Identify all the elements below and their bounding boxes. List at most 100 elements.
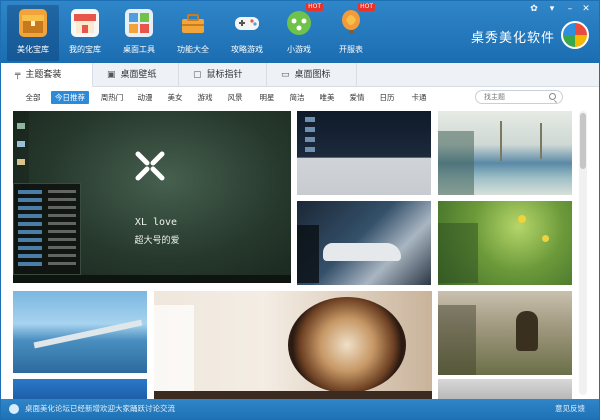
image-icon: ▣ <box>107 70 116 80</box>
desktop-shortcut-icon <box>17 141 25 147</box>
category-calendar[interactable]: 日历 <box>375 91 399 104</box>
nav-item-desktop-tools[interactable]: 桌面工具 <box>113 5 165 61</box>
theme-thumbnail-car[interactable] <box>297 201 431 285</box>
category-all[interactable]: 全部 <box>21 91 45 104</box>
featured-title: XL love <box>134 217 178 228</box>
skin-icon[interactable]: ✿ <box>527 3 541 15</box>
start-menu-preview <box>438 131 474 195</box>
mini-game-icon <box>285 9 313 37</box>
theme-thumbnail-yellow-flowers[interactable] <box>438 201 572 285</box>
category-love[interactable]: 爱情 <box>345 91 369 104</box>
nav-label: 开服表 <box>339 45 363 54</box>
tab-label: 主题套装 <box>25 70 62 80</box>
nav-item-mini-games[interactable]: HOT 小游戏 <box>273 3 325 61</box>
nav-item-beautify-library[interactable]: 美化宝库 <box>7 5 59 61</box>
theme-thumbnail-dark-sky[interactable] <box>297 111 431 195</box>
category-aesthetic[interactable]: 唯美 <box>315 91 339 104</box>
cursor-icon: ▢ <box>193 70 202 80</box>
toolbox-icon <box>179 9 207 37</box>
theme-thumbnail-grey[interactable] <box>438 379 572 399</box>
status-bar: 桌面美化论坛已经新增欢迎大家踊跃讨论交流 意见反馈 <box>1 399 599 419</box>
nav-item-my-library[interactable]: 我的宝库 <box>59 5 111 61</box>
nav-item-game-guides[interactable]: 攻略游戏 <box>221 5 273 61</box>
brand-name: 桌秀美化软件 <box>470 31 555 46</box>
minimize-icon[interactable]: – <box>563 3 577 15</box>
theme-thumbnail-sea-dandelion[interactable] <box>438 111 572 195</box>
nav-label: 美化宝库 <box>17 45 49 54</box>
shop-icon <box>71 9 99 37</box>
start-menu-preview <box>438 223 478 283</box>
category-celebrities[interactable]: 明星 <box>255 91 279 104</box>
start-menu-preview <box>13 183 81 275</box>
close-icon[interactable]: ✕ <box>579 3 593 15</box>
nav-label: 桌面工具 <box>123 45 155 54</box>
theme-thumbnail-blue[interactable] <box>13 379 147 399</box>
category-beauty[interactable]: 美女 <box>163 91 187 104</box>
dandelion-stem <box>540 123 542 159</box>
tab-label: 桌面壁纸 <box>120 70 157 80</box>
monitor-icon: ▭ <box>281 70 290 80</box>
theme-thumbnail-girl-field[interactable] <box>438 291 572 375</box>
category-games[interactable]: 游戏 <box>193 91 217 104</box>
theme-gallery: XL love 超大号的爱 <box>1 107 599 399</box>
paint-brush-icon: ╤ <box>15 70 21 80</box>
balloon-icon <box>337 9 365 37</box>
tab-desktop-icons[interactable]: ▭ 桌面图标 <box>267 63 357 87</box>
car-shape <box>323 243 401 261</box>
nav-label: 小游戏 <box>287 45 311 54</box>
gamepad-icon <box>233 9 261 37</box>
nav-item-features[interactable]: 功能大全 <box>167 5 219 61</box>
desktop-shortcut-icon <box>17 159 25 165</box>
menu-icon[interactable]: ▾ <box>545 3 559 15</box>
girl-silhouette <box>516 311 538 351</box>
featured-subtitle: 超大号的爱 <box>134 236 180 246</box>
feedback-link[interactable]: 意见反馈 <box>555 403 585 414</box>
category-filter-bar: 全部 今日推荐 周热门 动漫 美女 游戏 风景 明星 简洁 唯美 爱情 日历 卡… <box>1 88 599 106</box>
tab-mouse-cursors[interactable]: ▢ 鼠标指针 <box>179 63 267 87</box>
theme-thumbnail-coffee[interactable] <box>154 291 432 399</box>
start-menu-preview <box>154 305 194 399</box>
flower-shape <box>518 215 526 223</box>
start-menu-preview <box>297 225 319 283</box>
category-scenery[interactable]: 风景 <box>223 91 247 104</box>
tab-wallpapers[interactable]: ▣ 桌面壁纸 <box>93 63 179 87</box>
taskbar-preview <box>154 391 432 399</box>
theme-thumbnail-xl-love[interactable]: XL love 超大号的爱 <box>13 111 291 283</box>
tab-label: 鼠标指针 <box>206 70 243 80</box>
coffee-cup-shape <box>288 297 406 393</box>
hot-badge: HOT <box>358 3 375 11</box>
gallery-scrollbar[interactable] <box>579 111 587 395</box>
x-logo-icon <box>135 151 165 181</box>
tab-label: 桌面图标 <box>294 70 331 80</box>
content-tab-bar: ╤ 主题套装 ▣ 桌面壁纸 ▢ 鼠标指针 ▭ 桌面图标 <box>1 63 599 87</box>
theme-thumbnail-pier[interactable] <box>13 291 147 373</box>
desktop-shortcut-icon <box>17 123 25 129</box>
category-weekly-hot[interactable]: 周热门 <box>97 91 127 104</box>
desktop-icon-column <box>305 117 315 157</box>
app-window: 美化宝库 我的宝库 桌面工具 功能大全 攻略游戏 HOT 小游戏 HOT 开服表… <box>0 0 600 420</box>
start-menu-list <box>18 190 42 268</box>
speaker-icon <box>9 404 19 414</box>
search-box <box>475 90 563 104</box>
search-input[interactable] <box>484 92 546 102</box>
nav-label: 功能大全 <box>177 45 209 54</box>
category-today-picks[interactable]: 今日推荐 <box>51 91 89 104</box>
nav-item-server-list[interactable]: HOT 开服表 <box>325 3 377 61</box>
nav-label: 攻略游戏 <box>231 45 263 54</box>
category-cartoon[interactable]: 卡通 <box>407 91 431 104</box>
status-announcement[interactable]: 桌面美化论坛已经新增欢迎大家踊跃讨论交流 <box>25 403 175 414</box>
flower-shape <box>542 235 549 242</box>
pier-shape <box>33 319 143 349</box>
search-icon[interactable] <box>549 93 556 100</box>
top-navigation-bar: 美化宝库 我的宝库 桌面工具 功能大全 攻略游戏 HOT 小游戏 HOT 开服表… <box>1 1 599 63</box>
scrollbar-thumb[interactable] <box>580 113 586 169</box>
category-minimal[interactable]: 简洁 <box>285 91 309 104</box>
taskbar-preview <box>13 275 291 283</box>
start-menu-links <box>48 190 76 268</box>
tab-theme-suites[interactable]: ╤ 主题套装 <box>1 63 93 87</box>
start-menu-preview <box>438 305 476 375</box>
treasure-box-icon <box>19 9 47 37</box>
hot-badge: HOT <box>306 3 323 11</box>
dandelion-stem <box>500 121 502 161</box>
category-anime[interactable]: 动漫 <box>133 91 157 104</box>
